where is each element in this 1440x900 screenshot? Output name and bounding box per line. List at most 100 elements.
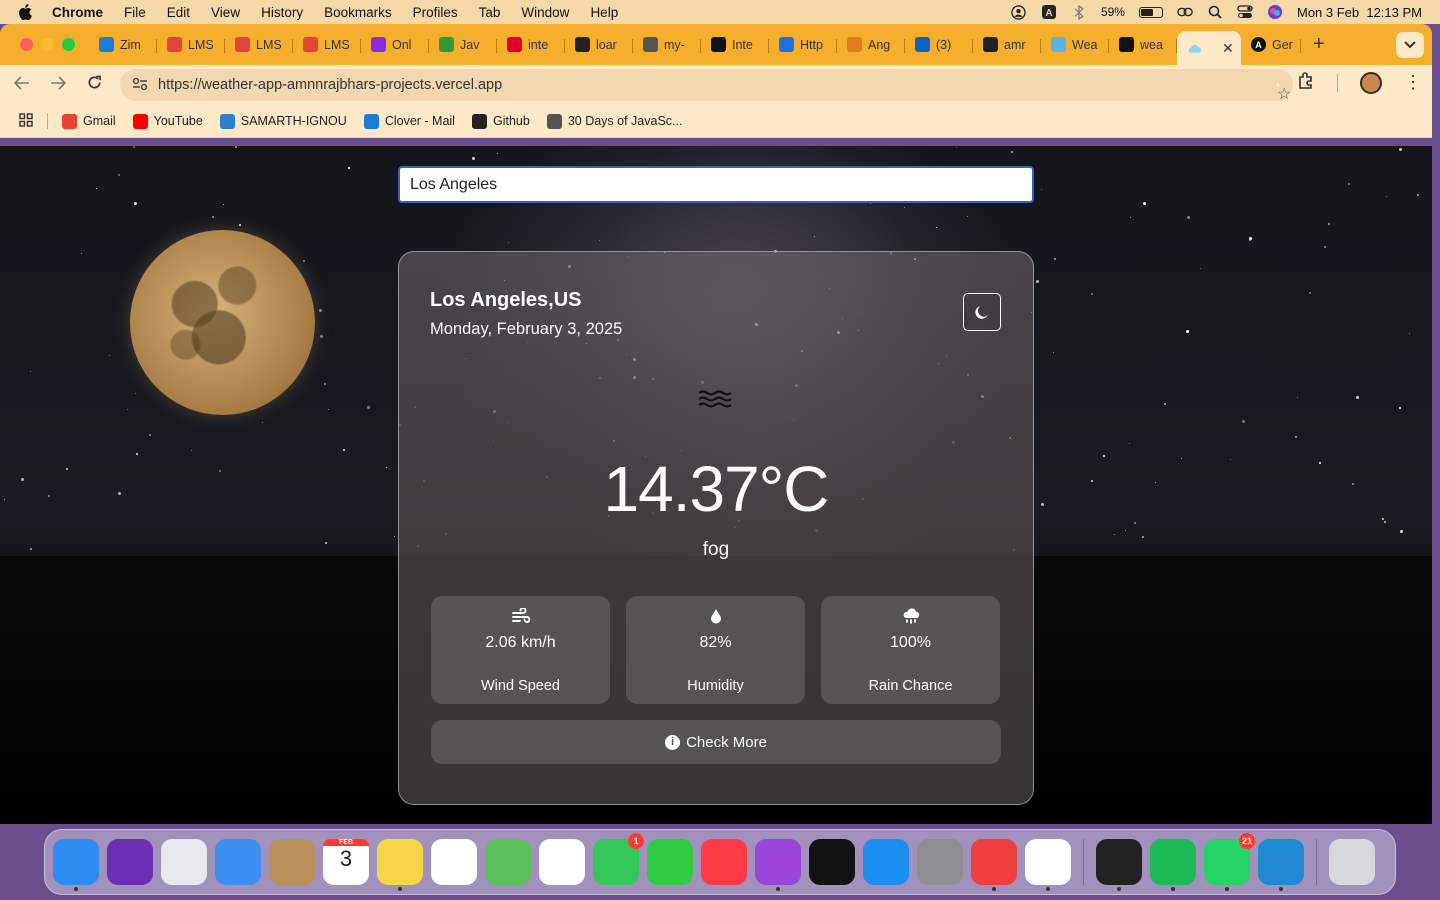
star [936,227,937,228]
spotlight-search-icon[interactable] [1207,4,1223,20]
reload-button[interactable] [76,75,112,95]
bookmark-list: Gmail YouTube SAMARTH-IGNOU Clover - Mail Gi… [62,113,699,129]
dock-notes-icon[interactable] [377,839,423,891]
profile-avatar[interactable] [1360,71,1382,94]
dock-app-store-icon[interactable] [863,839,909,885]
menu-profiles[interactable]: Profiles [413,5,458,20]
dock-photos-icon[interactable] [539,839,585,885]
github-icon [575,37,590,52]
tab-2[interactable]: LMS [225,30,293,60]
city-search-input[interactable] [398,166,1034,203]
dock-anydesk-icon[interactable] [971,839,1017,891]
menu-app-chrome[interactable]: Chrome [52,5,103,20]
tab-14[interactable]: Wea [1041,30,1109,60]
tab-15[interactable]: wea [1109,30,1177,60]
new-tab-button[interactable]: + [1313,33,1325,56]
star [814,236,815,237]
rain-chance-label: Rain Chance [868,678,953,694]
forward-button[interactable] [40,75,76,95]
extensions-icon[interactable] [1297,71,1315,94]
tab-5[interactable]: Jav [429,30,497,60]
control-center-icon[interactable] [1237,4,1253,20]
apple-menu-icon[interactable] [18,0,36,24]
tab-search-button[interactable] [1396,32,1424,58]
tab-1[interactable]: LMS [157,30,225,60]
bookmark-1[interactable]: YouTube [132,113,203,129]
menu-window[interactable]: Window [521,5,569,20]
close-tab-icon[interactable]: ✕ [1222,40,1234,57]
tab-7[interactable]: loar [565,30,633,60]
dock-contacts-icon[interactable] [269,839,315,885]
input-source-icon[interactable]: A [1041,4,1057,20]
star [223,204,224,205]
star [1091,480,1093,482]
star [472,157,475,160]
figma-icon [235,37,250,52]
dock-podcasts-icon[interactable] [755,839,801,891]
back-button[interactable] [4,75,40,95]
tab-9[interactable]: Inte [701,30,769,60]
menu-file[interactable]: File [124,5,146,20]
tab-8[interactable]: my- [633,30,701,60]
menu-history[interactable]: History [261,5,303,20]
tab-11[interactable]: Ang [837,30,905,60]
menu-view[interactable]: View [211,5,240,20]
bookmark-star-icon[interactable]: ☆ [1277,84,1291,103]
dock-finder-icon[interactable] [53,839,99,891]
siri-icon[interactable] [1267,4,1283,20]
bookmark-3[interactable]: Clover - Mail [363,113,455,129]
zoom-window-button[interactable] [62,38,75,51]
theme-toggle-button[interactable] [963,293,1001,331]
more-menu-icon[interactable]: ⋮ [1404,72,1422,93]
close-window-button[interactable] [20,38,33,51]
bookmark-5[interactable]: 30 Days of JavaSc... [546,113,682,129]
battery-icon[interactable] [1138,6,1163,18]
tab-10[interactable]: Http [769,30,837,60]
bluetooth-icon[interactable] [1071,4,1087,20]
dock-terminal-icon[interactable] [1096,839,1142,891]
minimize-window-button[interactable] [41,38,54,51]
dock-launchpad-icon[interactable] [161,839,207,885]
dock-mail-icon[interactable] [215,839,261,885]
tab-3[interactable]: LMS [293,30,361,60]
menu-help[interactable]: Help [590,5,618,20]
menu-bookmarks[interactable]: Bookmarks [324,5,392,20]
address-url[interactable]: https://weather-app-amnnrajbhars-project… [158,77,502,93]
apps-grid-icon[interactable] [19,112,33,130]
tab-13[interactable]: amr [973,30,1041,60]
star [1348,183,1350,185]
dock-messages-icon[interactable]: 1 [593,833,644,885]
tab-6[interactable]: inte [497,30,565,60]
dock-vscode-icon[interactable] [1258,839,1304,891]
dock-trash-icon[interactable] [1329,839,1375,885]
tab-12[interactable]: (3) [905,30,973,60]
running-indicator [1117,887,1121,891]
tab-0[interactable]: Zim [89,30,157,60]
tab-active-weather[interactable]: ✕ [1177,31,1241,65]
dock-system-settings-icon[interactable] [917,839,963,885]
star [508,242,509,243]
dock-whatsapp-icon[interactable]: 21 [1204,833,1255,891]
address-bar[interactable]: https://weather-app-amnnrajbhars-project… [120,69,1293,103]
dock-calendar-icon[interactable]: FEB 3 [323,839,369,885]
dock-music-icon[interactable] [701,839,747,885]
link-icon[interactable] [1177,4,1193,20]
dock-maps-icon[interactable] [485,839,531,885]
bookmark-0[interactable]: Gmail [62,113,116,129]
dock-chrome-icon[interactable] [1025,839,1071,891]
dock-reminders-icon[interactable] [431,839,477,885]
tab-4[interactable]: Onl [361,30,429,60]
tab-last[interactable]: A Ger [1241,30,1301,60]
dock-spotify-icon[interactable] [1150,839,1196,891]
dock-apple-tv-icon[interactable] [809,839,855,885]
user-circle-icon[interactable] [1011,4,1027,20]
bookmark-4[interactable]: Github [471,113,530,129]
check-more-button[interactable]: i Check More [431,720,1001,764]
site-info-icon[interactable] [132,77,152,94]
menu-tab[interactable]: Tab [479,5,501,20]
dock-facetime-icon[interactable] [647,839,693,885]
menubar-clock[interactable]: Mon 3 Feb 12:13 PM [1297,5,1422,20]
bookmark-2[interactable]: SAMARTH-IGNOU [219,113,347,129]
dock-siri-icon[interactable] [107,839,153,885]
menu-edit[interactable]: Edit [167,5,190,20]
